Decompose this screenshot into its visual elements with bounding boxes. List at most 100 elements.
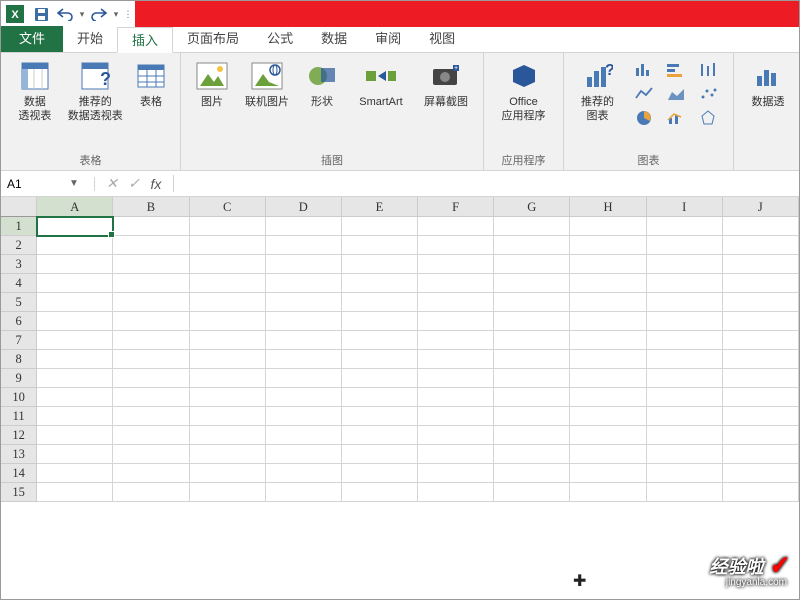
- cell-B15[interactable]: [113, 483, 189, 502]
- row-header-1[interactable]: 1: [1, 217, 37, 236]
- cell-I5[interactable]: [647, 293, 723, 312]
- column-header-B[interactable]: B: [113, 197, 189, 217]
- cell-H13[interactable]: [570, 445, 646, 464]
- cell-J4[interactable]: [723, 274, 799, 293]
- cell-A1[interactable]: [37, 217, 113, 236]
- chart-line-button[interactable]: [629, 83, 659, 105]
- cell-G3[interactable]: [494, 255, 570, 274]
- chart-combo-button[interactable]: [661, 107, 691, 129]
- cell-J5[interactable]: [723, 293, 799, 312]
- cell-E10[interactable]: [342, 388, 418, 407]
- cell-G10[interactable]: [494, 388, 570, 407]
- cell-I1[interactable]: [647, 217, 723, 236]
- cell-E14[interactable]: [342, 464, 418, 483]
- name-box-input[interactable]: [1, 177, 67, 191]
- cell-I4[interactable]: [647, 274, 723, 293]
- row-header-7[interactable]: 7: [1, 331, 37, 350]
- cell-J12[interactable]: [723, 426, 799, 445]
- formula-input[interactable]: [174, 177, 799, 191]
- cell-C11[interactable]: [190, 407, 266, 426]
- cell-I10[interactable]: [647, 388, 723, 407]
- cell-E8[interactable]: [342, 350, 418, 369]
- shapes-button[interactable]: 形状: [297, 57, 347, 109]
- row-header-15[interactable]: 15: [1, 483, 37, 502]
- cell-B7[interactable]: [113, 331, 189, 350]
- cell-A4[interactable]: [37, 274, 113, 293]
- cell-C7[interactable]: [190, 331, 266, 350]
- cell-H14[interactable]: [570, 464, 646, 483]
- cell-G5[interactable]: [494, 293, 570, 312]
- cell-D9[interactable]: [266, 369, 342, 388]
- cell-J13[interactable]: [723, 445, 799, 464]
- redo-dropdown[interactable]: ▾: [111, 9, 121, 20]
- cell-D6[interactable]: [266, 312, 342, 331]
- cell-D12[interactable]: [266, 426, 342, 445]
- cell-B11[interactable]: [113, 407, 189, 426]
- cell-C1[interactable]: [190, 217, 266, 236]
- cell-H6[interactable]: [570, 312, 646, 331]
- cell-I3[interactable]: [647, 255, 723, 274]
- cell-J9[interactable]: [723, 369, 799, 388]
- cell-D5[interactable]: [266, 293, 342, 312]
- cell-G15[interactable]: [494, 483, 570, 502]
- cell-H15[interactable]: [570, 483, 646, 502]
- cell-A15[interactable]: [37, 483, 113, 502]
- cell-H7[interactable]: [570, 331, 646, 350]
- cell-A13[interactable]: [37, 445, 113, 464]
- cell-F11[interactable]: [418, 407, 494, 426]
- cell-C8[interactable]: [190, 350, 266, 369]
- cell-H9[interactable]: [570, 369, 646, 388]
- cell-E2[interactable]: [342, 236, 418, 255]
- tab-review[interactable]: 审阅: [361, 26, 415, 52]
- cell-H4[interactable]: [570, 274, 646, 293]
- cell-F10[interactable]: [418, 388, 494, 407]
- row-header-14[interactable]: 14: [1, 464, 37, 483]
- cell-A3[interactable]: [37, 255, 113, 274]
- cell-D13[interactable]: [266, 445, 342, 464]
- name-box[interactable]: ▼: [1, 177, 95, 191]
- qat-customize[interactable]: ⋮: [121, 9, 135, 20]
- cell-G1[interactable]: [494, 217, 570, 236]
- cell-A11[interactable]: [37, 407, 113, 426]
- pivot-chart-button[interactable]: 数据透: [740, 57, 796, 109]
- picture-button[interactable]: 图片: [187, 57, 237, 109]
- tab-home[interactable]: 开始: [63, 26, 117, 52]
- recommended-pivot-button[interactable]: ? 推荐的 数据透视表: [63, 57, 128, 123]
- pivot-table-button[interactable]: 数据 透视表: [7, 57, 63, 123]
- cell-B3[interactable]: [113, 255, 189, 274]
- cell-A10[interactable]: [37, 388, 113, 407]
- cell-J3[interactable]: [723, 255, 799, 274]
- chart-bar-button[interactable]: [661, 59, 691, 81]
- cell-E15[interactable]: [342, 483, 418, 502]
- redo-button[interactable]: [87, 3, 111, 25]
- cell-E12[interactable]: [342, 426, 418, 445]
- cell-A14[interactable]: [37, 464, 113, 483]
- cell-B9[interactable]: [113, 369, 189, 388]
- tab-insert[interactable]: 插入: [117, 27, 173, 53]
- tab-formulas[interactable]: 公式: [253, 26, 307, 52]
- cell-E5[interactable]: [342, 293, 418, 312]
- cell-C13[interactable]: [190, 445, 266, 464]
- cell-J15[interactable]: [723, 483, 799, 502]
- cell-B8[interactable]: [113, 350, 189, 369]
- row-header-10[interactable]: 10: [1, 388, 37, 407]
- cell-F9[interactable]: [418, 369, 494, 388]
- smartart-button[interactable]: SmartArt: [347, 57, 415, 109]
- column-header-E[interactable]: E: [342, 197, 418, 217]
- cell-C12[interactable]: [190, 426, 266, 445]
- cell-F7[interactable]: [418, 331, 494, 350]
- cell-C3[interactable]: [190, 255, 266, 274]
- row-header-9[interactable]: 9: [1, 369, 37, 388]
- cell-J7[interactable]: [723, 331, 799, 350]
- column-header-F[interactable]: F: [418, 197, 494, 217]
- cell-C2[interactable]: [190, 236, 266, 255]
- cell-G12[interactable]: [494, 426, 570, 445]
- screenshot-button[interactable]: + 屏幕截图: [415, 57, 477, 109]
- cell-D1[interactable]: [266, 217, 342, 236]
- cell-G9[interactable]: [494, 369, 570, 388]
- chart-area-button[interactable]: [661, 83, 691, 105]
- chart-radar-button[interactable]: [693, 107, 723, 129]
- undo-button[interactable]: [53, 3, 77, 25]
- cell-H8[interactable]: [570, 350, 646, 369]
- row-header-6[interactable]: 6: [1, 312, 37, 331]
